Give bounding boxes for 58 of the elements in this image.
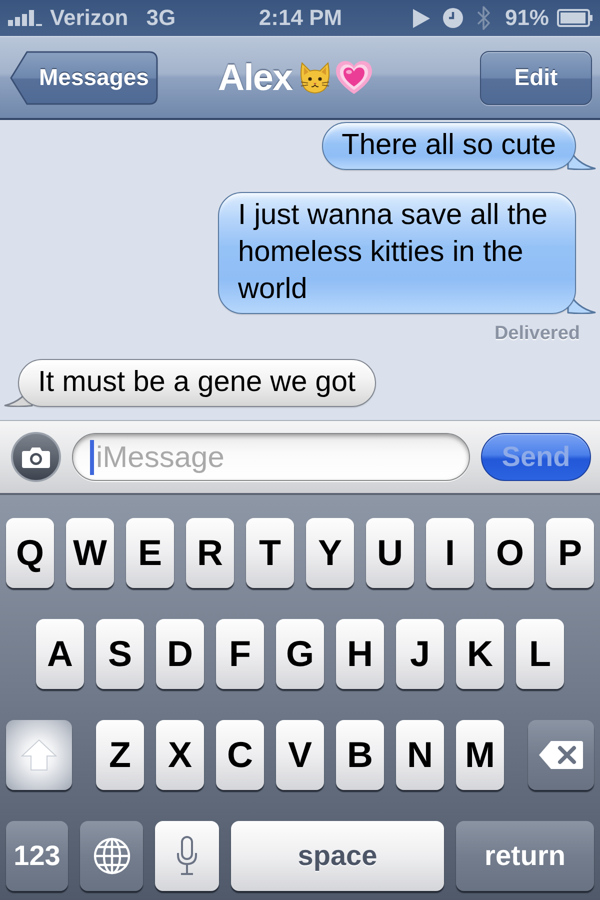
signal-bars-icon xyxy=(8,10,42,26)
letter-key[interactable]: A xyxy=(36,619,84,689)
cat-face-icon xyxy=(299,60,332,94)
letter-key[interactable]: Z xyxy=(96,720,144,790)
letter-key[interactable]: G xyxy=(276,619,324,689)
carrier-name: Verizon xyxy=(50,5,128,31)
letter-key[interactable]: B xyxy=(336,720,384,790)
status-time: 2:14 PM xyxy=(258,5,342,31)
letter-key[interactable]: P xyxy=(546,518,594,588)
numbers-key[interactable]: 123 xyxy=(6,821,68,891)
globe-icon xyxy=(92,837,130,875)
return-key[interactable]: return xyxy=(456,821,594,891)
letter-key[interactable]: K xyxy=(456,619,504,689)
camera-button[interactable] xyxy=(11,432,61,482)
letter-key[interactable]: H xyxy=(336,619,384,689)
text-cursor-icon xyxy=(90,440,94,475)
letter-key[interactable]: J xyxy=(396,619,444,689)
letter-key[interactable]: L xyxy=(516,619,564,689)
letter-key[interactable]: F xyxy=(216,619,264,689)
play-icon xyxy=(412,8,430,28)
heart-icon xyxy=(336,60,372,94)
letter-key[interactable]: C xyxy=(216,720,264,790)
letter-key[interactable]: Y xyxy=(306,518,354,588)
back-button[interactable]: Messages xyxy=(10,50,158,104)
letter-key[interactable]: E xyxy=(126,518,174,588)
edit-button[interactable]: Edit xyxy=(480,50,592,104)
battery-percentage: 91% xyxy=(504,5,549,31)
message-input-field[interactable]: iMessage xyxy=(72,433,470,481)
contact-name: Alex xyxy=(218,56,294,98)
sent-message-bubble: I just wanna save all the homeless kitties in the world xyxy=(218,192,596,314)
letter-key[interactable]: N xyxy=(396,720,444,790)
camera-icon xyxy=(22,446,50,468)
letter-key[interactable]: D xyxy=(156,619,204,689)
globe-key[interactable] xyxy=(80,821,143,891)
letter-key[interactable]: U xyxy=(366,518,414,588)
space-bar[interactable]: space xyxy=(231,821,444,891)
dictation-key[interactable] xyxy=(155,821,219,891)
letter-key[interactable]: X xyxy=(156,720,204,790)
network-type: 3G xyxy=(146,5,176,31)
letter-key[interactable]: M xyxy=(456,720,504,790)
shift-arrow-icon xyxy=(21,739,57,771)
sent-message-bubble: There all so cute xyxy=(322,122,596,170)
microphone-icon xyxy=(176,836,198,876)
alarm-clock-icon xyxy=(442,8,463,28)
letter-key[interactable]: W xyxy=(66,518,114,588)
delivery-status: Delivered xyxy=(494,323,580,345)
letter-key[interactable]: V xyxy=(276,720,324,790)
letter-key[interactable]: R xyxy=(186,518,234,588)
letter-key[interactable]: S xyxy=(96,619,144,689)
letter-key[interactable]: T xyxy=(246,518,294,588)
letter-key[interactable]: I xyxy=(426,518,474,588)
received-message-bubble: It must be a gene we got xyxy=(4,359,376,407)
bluetooth-icon xyxy=(476,5,491,31)
battery-icon xyxy=(557,9,593,27)
delete-key[interactable] xyxy=(528,720,594,790)
letter-key[interactable]: Q xyxy=(6,518,54,588)
backspace-icon xyxy=(538,740,584,770)
letter-key[interactable]: O xyxy=(486,518,534,588)
